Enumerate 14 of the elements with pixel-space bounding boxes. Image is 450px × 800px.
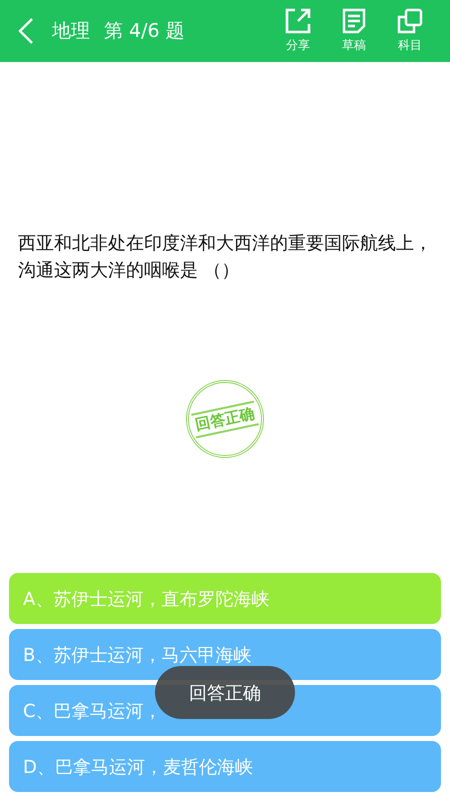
subject-button[interactable]: 科目 [382,8,438,54]
copy-icon [397,8,423,34]
question-text: 西亚和北非处在印度洋和大西洋的重要国际航线上，沟通这两大洋的咽喉是 （） [18,232,432,283]
back-icon [18,17,34,45]
answer-option[interactable]: B、苏伊士运河，马六甲海峡 [9,629,441,680]
draft-button[interactable]: 草稿 [326,8,382,54]
toast-message: 回答正确 [155,666,295,719]
document-icon [342,8,366,34]
subject-title: 地理 [52,19,90,44]
answer-option[interactable]: D、巴拿马运河，麦哲伦海峡 [9,741,441,792]
share-icon [285,8,311,34]
share-button[interactable]: 分享 [270,8,326,54]
stamp-text: 回答正确 [191,400,259,438]
answer-option[interactable]: A、苏伊士运河，直布罗陀海峡 [9,573,441,624]
